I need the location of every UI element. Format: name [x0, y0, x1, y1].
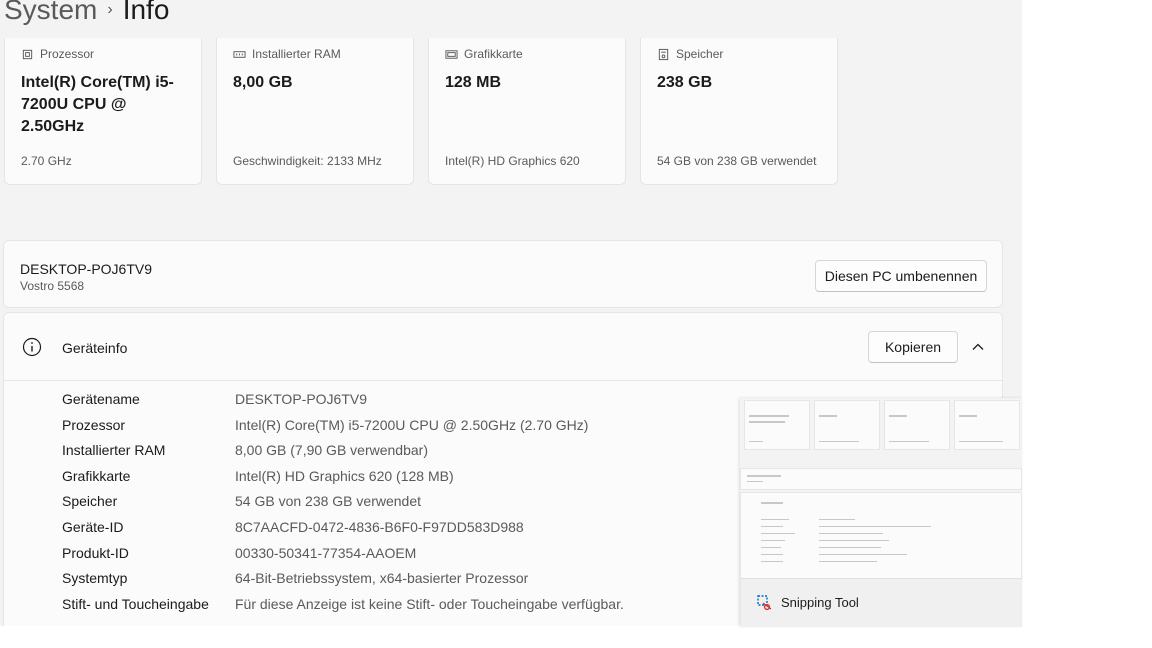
info-value: Für diese Anzeige ist keine Stift- oder … [235, 595, 624, 612]
ram-icon [233, 50, 246, 58]
pc-name: DESKTOP-POJ6TV9 [20, 261, 153, 277]
info-value: Intel(R) HD Graphics 620 (128 MB) [235, 467, 454, 484]
info-key: Geräte-ID [62, 518, 124, 535]
cpu-icon [22, 49, 33, 59]
breadcrumb: System › Info [4, 0, 169, 30]
spec-card-storage: Speicher 238 GB 54 GB von 238 GB verwend… [640, 38, 838, 185]
info-key: Installierter RAM [62, 442, 166, 459]
info-value: Intel(R) Core(TM) i5-7200U CPU @ 2.50GHz… [235, 416, 589, 433]
spec-value: 238 GB [657, 74, 713, 91]
snipping-tool-notification[interactable]: Snipping Tool [741, 578, 1022, 627]
spec-card-processor: Prozessor Intel(R) Core(TM) i5-7200U CPU… [4, 38, 202, 185]
spec-label: Speicher [676, 47, 724, 61]
spec-subtext: Geschwindigkeit: 2133 MHz [233, 154, 382, 168]
info-key: Grafikkarte [62, 467, 131, 484]
pc-model: Vostro 5568 [20, 279, 85, 293]
info-value: 8,00 GB (7,90 GB verwendbar) [235, 442, 428, 459]
snipping-tool-icon [757, 595, 772, 611]
spec-value: 128 MB [445, 74, 502, 91]
rename-pc-button[interactable]: Diesen PC umbenennen [815, 260, 987, 292]
spec-subtext: 2.70 GHz [21, 154, 72, 168]
page-title: Info [122, 0, 170, 25]
device-info-title: Geräteinfo [62, 340, 128, 356]
device-info-header[interactable]: Geräteinfo Kopieren [4, 313, 1002, 381]
info-value: DESKTOP-POJ6TV9 [235, 391, 368, 407]
breadcrumb-separator: › [107, 1, 113, 18]
spec-subtext: 54 GB von 238 GB verwendet [657, 154, 817, 168]
storage-icon [658, 48, 669, 60]
spec-subtext: Intel(R) HD Graphics 620 [445, 154, 580, 168]
info-value: 00330-50341-77354-AAOEM [235, 544, 417, 561]
breadcrumb-system-link[interactable]: System [4, 0, 97, 26]
info-value: 8C7AACFD-0472-4836-B6F0-F97DD583D988 [235, 518, 524, 535]
info-key: Speicher [62, 493, 118, 510]
info-icon [22, 337, 42, 357]
spec-label: Prozessor [40, 47, 95, 61]
info-value: 54 GB von 238 GB verwendet [235, 493, 421, 510]
spec-card-graphics: Grafikkarte 128 MB Intel(R) HD Graphics … [428, 38, 626, 185]
gpu-icon [445, 49, 458, 59]
info-key: Prozessor [62, 416, 126, 433]
spec-label: Grafikkarte [464, 47, 523, 61]
spec-value: 8,00 GB [233, 74, 293, 91]
info-key: Stift- und Toucheingabe [62, 595, 209, 612]
spec-value: Intel(R) Core(TM) i5-7200U CPU @ 2.50GHz [21, 74, 174, 135]
pc-name-card: DESKTOP-POJ6TV9 Vostro 5568 Diesen PC um… [3, 240, 1003, 308]
spec-card-ram: Installierter RAM 8,00 GB Geschwindigkei… [216, 38, 414, 185]
info-key: Systemtyp [62, 570, 128, 587]
snipping-tool-label: Snipping Tool [781, 595, 859, 610]
copy-button[interactable]: Kopieren [868, 331, 958, 363]
spec-label: Installierter RAM [252, 47, 341, 61]
info-key: Produkt-ID [62, 544, 129, 561]
info-value: 64-Bit-Betriebssystem, x64-basierter Pro… [235, 570, 529, 587]
chevron-up-icon[interactable] [970, 339, 986, 355]
info-key: Gerätename [62, 391, 140, 407]
